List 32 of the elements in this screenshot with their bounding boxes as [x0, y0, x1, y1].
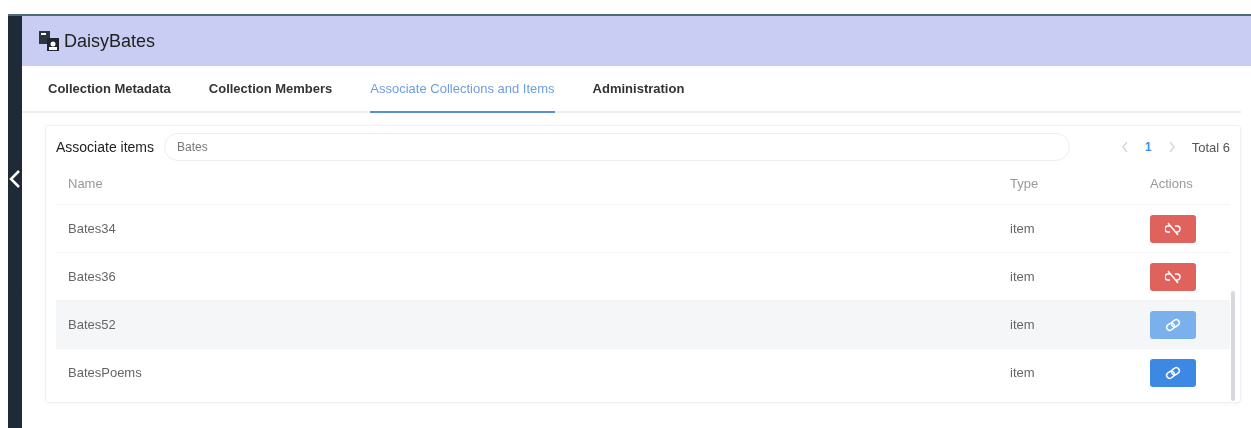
table-cell-text: Bates52: [67, 317, 117, 332]
link-icon: [1165, 317, 1181, 332]
column-header: Type: [1010, 175, 1040, 191]
tab[interactable]: Administration: [592, 66, 685, 113]
column-header: Name: [67, 175, 104, 191]
unlink-button[interactable]: [1150, 262, 1196, 291]
unlink-button[interactable]: [1150, 214, 1196, 243]
tab[interactable]: Collection Metadata: [48, 66, 171, 113]
table-cell-text: BatesPoems: [67, 365, 143, 380]
link-icon: [1165, 365, 1181, 380]
table-cell-text: item: [1010, 269, 1036, 284]
tab[interactable]: Collection Members: [208, 66, 333, 113]
scrollbar[interactable]: [1231, 291, 1235, 401]
table-cell-text: item: [1010, 365, 1036, 380]
table-cell-text: Bates36: [67, 269, 117, 284]
table-cell-text: item: [1010, 317, 1036, 332]
documents-icon: [38, 30, 60, 52]
table-cell-text: Bates34: [67, 221, 117, 236]
table-cell-text: item: [1010, 221, 1036, 236]
broken-link-icon: [1165, 269, 1181, 284]
app-title: DaisyBates: [64, 30, 156, 52]
highlighted-row[interactable]: Bates52 item: [56, 301, 1230, 349]
tab[interactable]: Associate Collections and Items: [370, 66, 555, 113]
search-field[interactable]: Bates: [164, 133, 1071, 161]
page-number[interactable]: 1: [1145, 140, 1152, 154]
column-header: Actions: [1150, 175, 1194, 191]
broken-link-icon: [1165, 221, 1181, 236]
chevron-left-icon: [9, 169, 21, 189]
link-button[interactable]: [1150, 310, 1196, 339]
search-label: Associate items: [56, 139, 155, 155]
link-button[interactable]: [1150, 358, 1196, 387]
total-count: Total 6: [1191, 139, 1230, 155]
